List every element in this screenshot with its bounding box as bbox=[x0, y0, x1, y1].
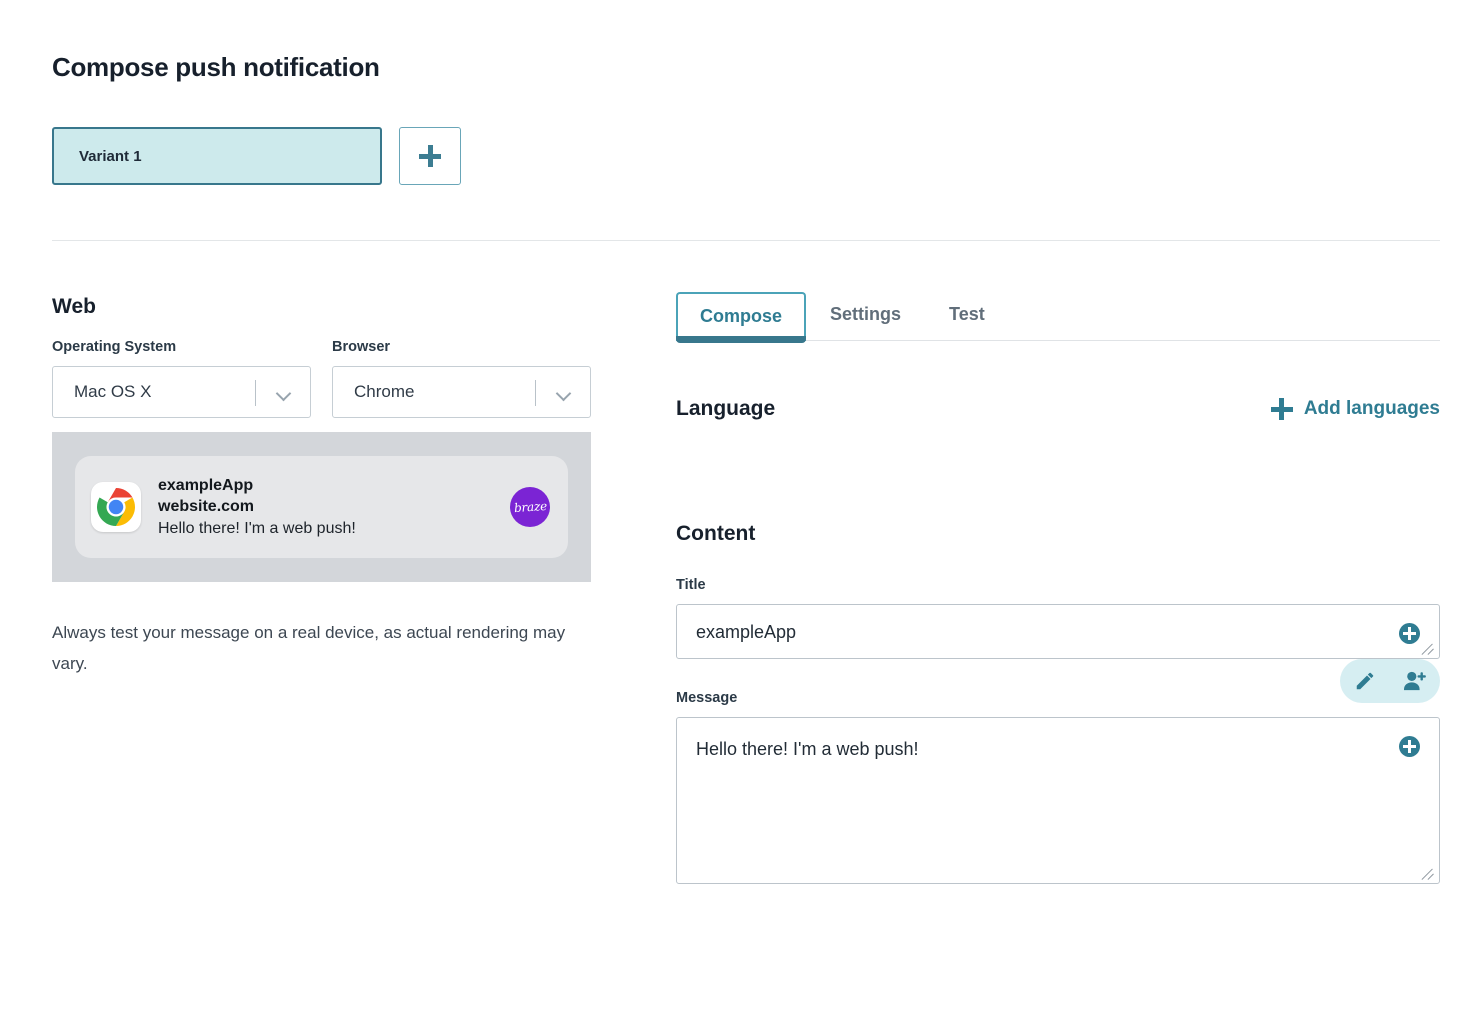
browser-label: Browser bbox=[332, 339, 391, 355]
tab-test[interactable]: Test bbox=[925, 290, 1009, 341]
plus-icon bbox=[1270, 398, 1293, 420]
chevron-down-icon bbox=[557, 388, 572, 397]
chrome-icon bbox=[91, 482, 141, 532]
notification-site: website.com bbox=[158, 498, 255, 516]
tab-compose[interactable]: Compose bbox=[676, 292, 807, 343]
notification-body: Hello there! I'm a web push! bbox=[158, 519, 356, 537]
preview-helper-text: Always test your message on a real devic… bbox=[52, 623, 566, 673]
select-separator bbox=[255, 380, 256, 406]
message-input[interactable]: Hello there! I'm a web push! bbox=[676, 717, 1440, 884]
message-field-block: Message Hello there! I'm a web push! bbox=[676, 659, 1440, 884]
title-input-value: exampleApp bbox=[696, 622, 797, 642]
page-title: Compose push notification bbox=[52, 52, 380, 82]
operating-system-value: Mac OS X bbox=[74, 382, 152, 401]
tab-settings-label: Settings bbox=[830, 304, 902, 324]
operating-system-group: Operating System Mac OS X bbox=[52, 339, 311, 418]
message-field-label: Message bbox=[676, 690, 738, 706]
operating-system-select[interactable]: Mac OS X bbox=[52, 366, 311, 418]
tab-settings[interactable]: Settings bbox=[806, 290, 925, 341]
compose-push-notification-page: Compose push notification Variant 1 Web … bbox=[0, 0, 1484, 1030]
editor-tabs: Compose Settings Test bbox=[676, 290, 1440, 343]
variant-tab-1[interactable]: Variant 1 bbox=[52, 127, 382, 185]
plus-icon bbox=[419, 145, 441, 167]
platform-selectors: Operating System Mac OS X Browser Chrome bbox=[52, 339, 612, 418]
pencil-icon[interactable] bbox=[1354, 670, 1376, 692]
message-input-value: Hello there! I'm a web push! bbox=[696, 739, 919, 759]
notification-preview-stage: exampleApp website.com Hello there! I'm … bbox=[52, 432, 591, 582]
browser-select[interactable]: Chrome bbox=[332, 366, 591, 418]
variant-tab-label: Variant 1 bbox=[79, 147, 142, 165]
preview-panel: Web Operating System Mac OS X Browser Ch… bbox=[52, 295, 612, 679]
message-toolbar bbox=[1340, 659, 1440, 703]
browser-group: Browser Chrome bbox=[332, 339, 591, 418]
notification-preview-card: exampleApp website.com Hello there! I'm … bbox=[75, 456, 568, 558]
resize-handle[interactable] bbox=[1422, 866, 1436, 880]
tab-test-label: Test bbox=[949, 304, 985, 324]
resize-handle[interactable] bbox=[1422, 641, 1436, 655]
circle-plus-icon[interactable] bbox=[1399, 623, 1420, 644]
title-input[interactable]: exampleApp bbox=[676, 604, 1440, 659]
language-title: Language bbox=[676, 397, 776, 420]
add-variant-button[interactable] bbox=[399, 127, 461, 185]
notification-app-name: exampleApp bbox=[158, 477, 254, 495]
browser-value: Chrome bbox=[354, 382, 415, 401]
web-section-title: Web bbox=[52, 295, 96, 318]
title-field-block: Title exampleApp bbox=[676, 577, 1440, 659]
tab-compose-label: Compose bbox=[700, 306, 783, 326]
language-section-header: Language Add languages bbox=[676, 397, 1440, 421]
person-add-icon[interactable] bbox=[1403, 670, 1427, 692]
select-separator bbox=[535, 380, 536, 406]
title-field-label: Title bbox=[676, 577, 706, 593]
chevron-down-icon bbox=[277, 388, 292, 397]
operating-system-label: Operating System bbox=[52, 339, 177, 355]
content-section-title: Content bbox=[676, 522, 756, 545]
braze-logo-label: braze bbox=[513, 498, 547, 516]
add-languages-label: Add languages bbox=[1303, 398, 1440, 419]
header-divider bbox=[52, 240, 1440, 241]
circle-plus-icon[interactable] bbox=[1399, 736, 1420, 757]
add-languages-button[interactable]: Add languages bbox=[1270, 398, 1440, 420]
braze-logo-icon: braze bbox=[510, 487, 550, 527]
editor-panel: Compose Settings Test Language Add langu… bbox=[676, 290, 1440, 884]
variant-tab-bar: Variant 1 bbox=[52, 127, 461, 185]
notification-text: exampleApp website.com Hello there! I'm … bbox=[158, 475, 356, 539]
